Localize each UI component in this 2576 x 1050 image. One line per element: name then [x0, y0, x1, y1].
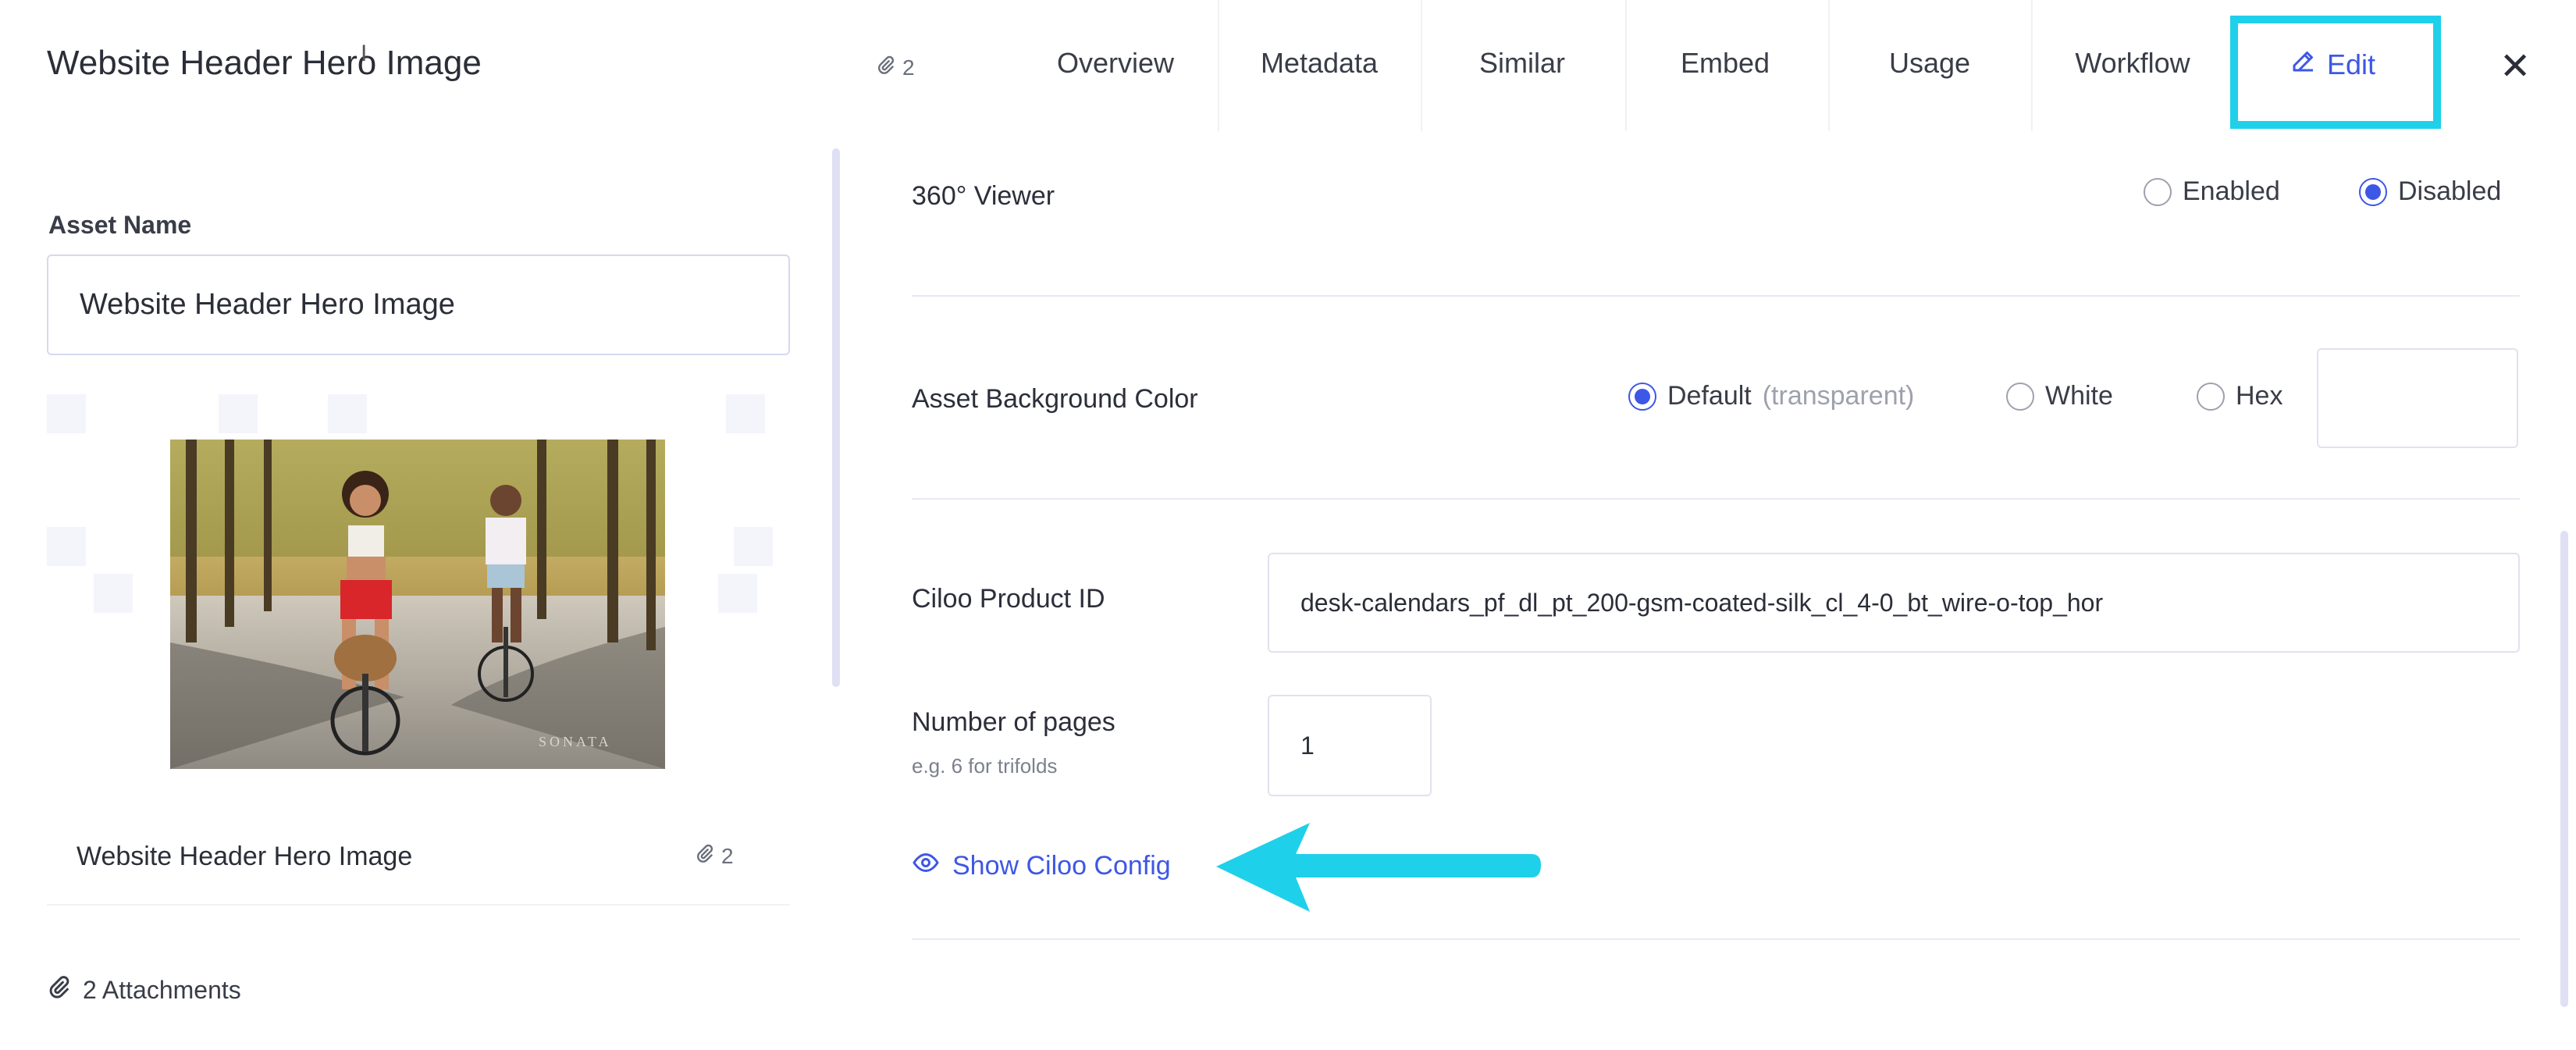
tab-similar[interactable]: Similar — [1429, 47, 1616, 80]
attachment-count: 2 — [721, 843, 734, 868]
viewer-enabled-option[interactable]: Enabled — [2144, 176, 2280, 207]
hex-color-input[interactable] — [2317, 348, 2518, 448]
tab-embed[interactable]: Embed — [1631, 47, 1819, 80]
tab-divider — [1625, 0, 1627, 131]
tab-edit-label: Edit — [2327, 48, 2376, 80]
right-panel-scrollbar[interactable] — [2560, 531, 2568, 1007]
left-panel-scrollbar[interactable] — [832, 148, 840, 687]
text-cursor-icon: I — [361, 41, 368, 66]
bg-default-option[interactable]: Default (transparent) — [1628, 381, 1914, 411]
show-config-link[interactable]: Show Ciloo Config — [912, 849, 1171, 884]
paperclip-icon — [876, 55, 896, 80]
tab-edit[interactable]: Edit — [2290, 47, 2375, 82]
tab-divider — [1421, 0, 1422, 131]
radio-disabled[interactable] — [2359, 177, 2387, 206]
close-icon[interactable]: ✕ — [2500, 48, 2531, 86]
paperclip-icon — [47, 974, 72, 1006]
radio-hex[interactable] — [2197, 382, 2225, 411]
tab-usage[interactable]: Usage — [1836, 47, 2023, 80]
eye-icon — [912, 849, 940, 884]
transparent-note: (transparent) — [1762, 381, 1915, 411]
divider — [47, 904, 790, 906]
attachment-count: 2 — [902, 55, 915, 80]
divider — [912, 295, 2520, 297]
divider — [912, 938, 2520, 940]
radio-disabled-label: Disabled — [2398, 176, 2502, 206]
radio-default-label: Default — [1667, 381, 1752, 411]
radio-hex-label: Hex — [2236, 381, 2283, 411]
attachments-link[interactable]: 2 Attachments — [47, 974, 241, 1006]
divider — [912, 498, 2520, 500]
bg-hex-option[interactable]: Hex — [2197, 381, 2282, 411]
header-attachment-count[interactable]: 2 — [876, 55, 915, 80]
bg-color-label: Asset Background Color — [912, 384, 1198, 414]
tab-divider — [2031, 0, 2033, 131]
annotation-arrow-icon — [1208, 817, 1544, 918]
product-id-label: Ciloo Product ID — [912, 584, 1105, 614]
radio-enabled-label: Enabled — [2183, 176, 2280, 206]
pencil-icon — [2290, 47, 2318, 82]
viewer-360-label: 360° Viewer — [912, 181, 1055, 211]
image-watermark: SONATA — [539, 734, 612, 749]
page-title: Website Header Hero Image — [47, 44, 482, 82]
pages-hint: e.g. 6 for trifolds — [912, 754, 1058, 778]
radio-enabled[interactable] — [2144, 177, 2172, 206]
tab-workflow[interactable]: Workflow — [2039, 47, 2226, 80]
thumbnail-attachment-count[interactable]: 2 — [695, 843, 734, 869]
tab-metadata[interactable]: Metadata — [1226, 47, 1413, 80]
thumbnail-name: Website Header Hero Image — [76, 842, 413, 871]
pages-input[interactable]: 1 — [1268, 695, 1432, 796]
tab-overview[interactable]: Overview — [1022, 47, 1209, 80]
asset-name-input[interactable]: Website Header Hero Image — [47, 254, 790, 355]
bg-white-option[interactable]: White — [2006, 381, 2113, 411]
viewer-disabled-option[interactable]: Disabled — [2359, 176, 2501, 207]
asset-image — [170, 440, 665, 769]
tab-divider — [1828, 0, 1830, 131]
radio-white[interactable] — [2006, 382, 2034, 411]
pages-label: Number of pages — [912, 707, 1115, 737]
attachments-label: 2 Attachments — [83, 975, 241, 1004]
tab-divider — [1218, 0, 1219, 131]
asset-name-label: Asset Name — [48, 211, 192, 239]
show-config-label: Show Ciloo Config — [952, 851, 1171, 881]
radio-default[interactable] — [1628, 382, 1656, 411]
radio-white-label: White — [2045, 381, 2113, 411]
paperclip-icon — [695, 843, 715, 869]
product-id-input[interactable]: desk-calendars_pf_dl_pt_200-gsm-coated-s… — [1268, 553, 2520, 653]
